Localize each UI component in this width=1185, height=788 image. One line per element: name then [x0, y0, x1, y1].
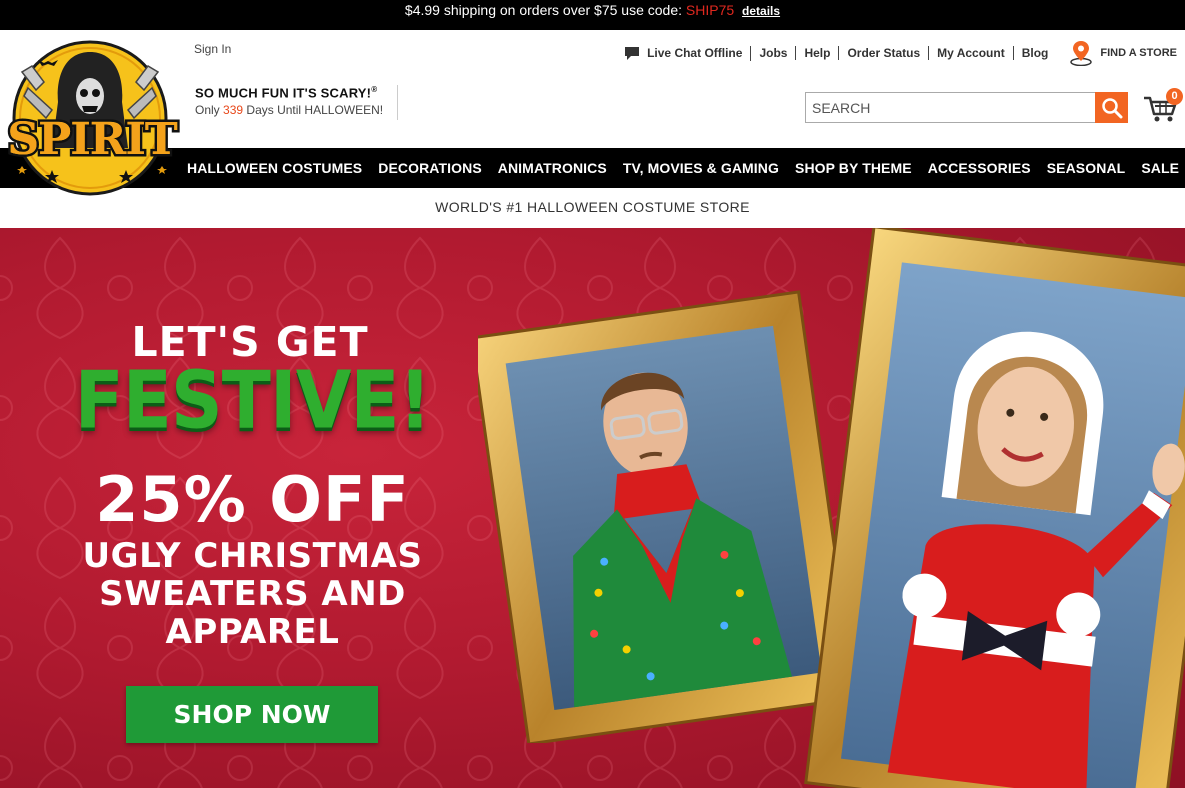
blog-link[interactable]: Blog: [1014, 46, 1057, 60]
store-locator-icon: [1070, 41, 1093, 66]
cart-button[interactable]: 0: [1142, 88, 1183, 124]
hero-line-discount: 25% OFF: [95, 463, 410, 536]
woman-santa-outfit-framed-photo: [804, 228, 1185, 788]
nav-shop-by-theme[interactable]: SHOP BY THEME: [787, 160, 920, 176]
nav-tv-movies-gaming[interactable]: TV, MOVIES & GAMING: [615, 160, 787, 176]
nav-seasonal[interactable]: SEASONAL: [1039, 160, 1134, 176]
promo-code: SHIP75: [685, 2, 735, 18]
nav-animatronics[interactable]: ANIMATRONICS: [490, 160, 615, 176]
nav-accessories[interactable]: ACCESSORIES: [920, 160, 1039, 176]
countdown-days: 339: [223, 103, 244, 118]
halloween-countdown: Only 339 Days Until HALLOWEEN!: [195, 103, 384, 118]
svg-text:SPIRIT: SPIRIT: [7, 114, 178, 165]
find-a-store-link[interactable]: FIND A STORE: [1070, 40, 1177, 66]
search-button[interactable]: [1095, 92, 1128, 123]
sign-in-link[interactable]: Sign In: [194, 42, 231, 56]
tagline: SO MUCH FUN IT'S SCARY!®: [195, 85, 378, 101]
nav-halloween-costumes[interactable]: HALLOWEEN COSTUMES: [179, 160, 370, 176]
hero-banner[interactable]: LET'S GET FESTIVE! 25% OFF UGLY CHRISTMA…: [0, 228, 1185, 788]
nav-sale[interactable]: SALE: [1133, 160, 1185, 176]
spirit-logo[interactable]: SPIRIT SPIRIT: [2, 38, 182, 196]
tagline-block: SO MUCH FUN IT'S SCARY!® Only 339 Days U…: [195, 85, 399, 120]
live-chat-link[interactable]: Live Chat Offline: [624, 45, 752, 61]
cart-count-badge: 0: [1166, 88, 1183, 105]
chat-bubble-icon: [625, 46, 640, 60]
search-icon: [1101, 97, 1122, 118]
promo-details-link[interactable]: details: [742, 4, 780, 18]
nav-decorations[interactable]: DECORATIONS: [370, 160, 490, 176]
my-account-link[interactable]: My Account: [929, 46, 1014, 60]
help-link[interactable]: Help: [796, 46, 840, 60]
shop-now-button[interactable]: SHOP NOW: [126, 686, 378, 743]
hero-line-festive: FESTIVE!: [74, 353, 432, 447]
search-input[interactable]: [805, 92, 1095, 123]
utility-links: Live Chat Offline Jobs Help Order Status…: [624, 41, 1177, 66]
hero-description: UGLY CHRISTMAS SWEATERS AND APPAREL: [82, 536, 423, 652]
jobs-link[interactable]: Jobs: [751, 46, 797, 60]
order-status-link[interactable]: Order Status: [839, 46, 930, 60]
search-bar: [805, 92, 1128, 123]
promo-bar: $4.99 shipping on orders over $75 use co…: [0, 0, 1185, 30]
promo-text: $4.99 shipping on orders over $75 use co…: [404, 2, 683, 18]
